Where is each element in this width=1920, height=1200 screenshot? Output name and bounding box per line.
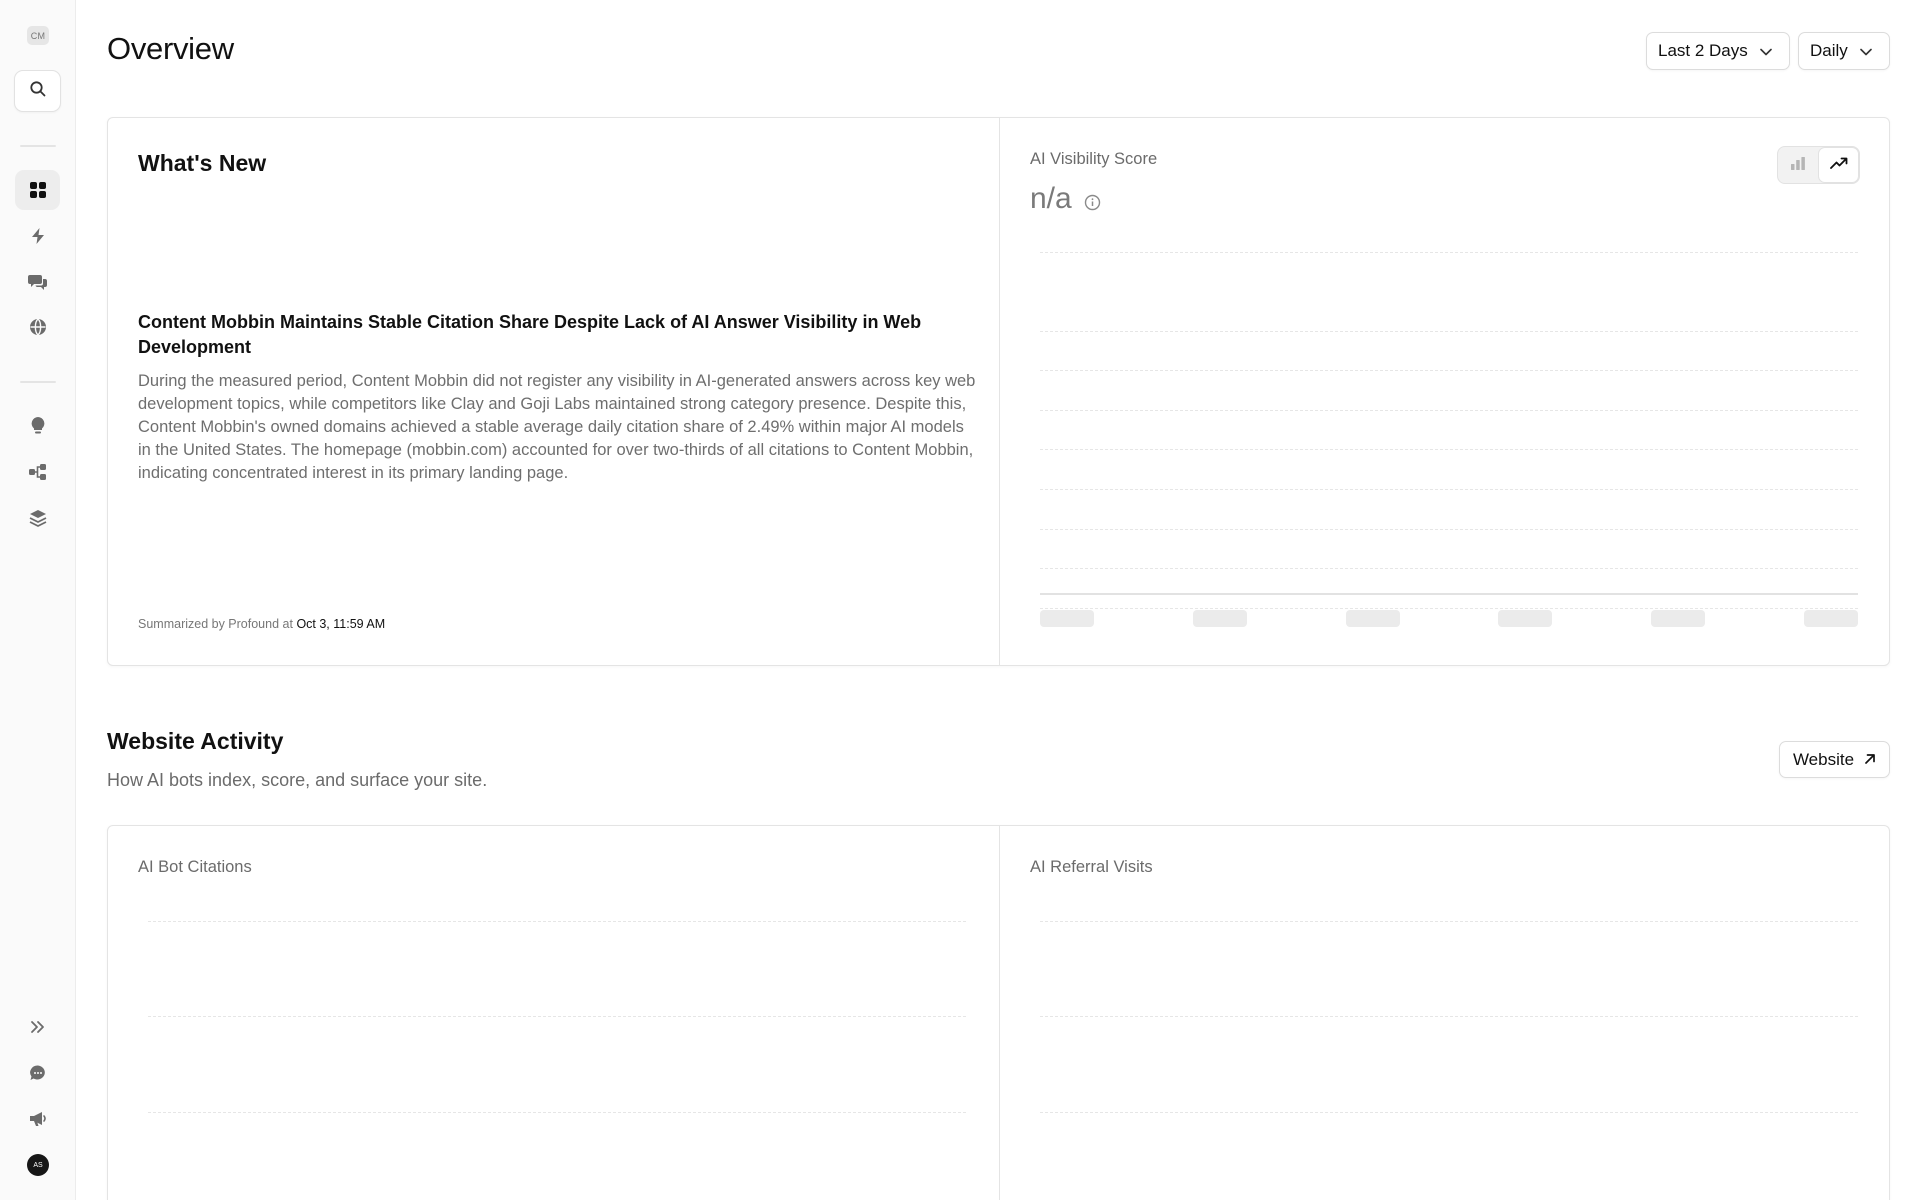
date-range-label: Last 2 Days	[1658, 41, 1748, 60]
website-button[interactable]: Website	[1779, 741, 1890, 778]
chart-gridline	[1040, 1016, 1858, 1017]
website-activity-subtitle: How AI bots index, score, and surface yo…	[107, 770, 488, 790]
chart-gridline	[1040, 921, 1858, 922]
workspace-badge[interactable]: CM	[27, 26, 49, 45]
skeleton-tick-label	[1498, 610, 1552, 627]
summary-prefix: Summarized by Profound at	[138, 617, 293, 631]
sidebar-item-workflows[interactable]	[15, 452, 60, 492]
lightning-icon	[29, 227, 47, 245]
chart-gridline	[1040, 410, 1858, 411]
sidebar-support-chat[interactable]	[15, 1053, 60, 1093]
chart-gridline	[1040, 331, 1858, 332]
card-divider	[999, 118, 1000, 665]
sidebar-divider	[20, 145, 56, 147]
frequency-label: Daily	[1810, 41, 1848, 60]
summary-timestamp: Oct 3, 11:59 AM	[296, 617, 386, 631]
skeleton-tick-label	[1651, 610, 1705, 627]
arrow-up-right-icon	[1864, 750, 1876, 770]
skeleton-tick-label	[1193, 610, 1247, 627]
insight-headline: Content Mobbin Maintains Stable Citation…	[138, 312, 922, 357]
search-icon	[29, 80, 47, 103]
chart-gridline	[1040, 252, 1858, 253]
sidebar-announcements[interactable]	[15, 1099, 60, 1139]
sidebar: CM AS	[0, 0, 76, 1200]
grid-icon	[29, 181, 47, 199]
sidebar-item-dashboard[interactable]	[15, 170, 60, 210]
chart-gridline	[1040, 568, 1858, 569]
double-chevron-right-icon	[30, 1020, 46, 1034]
megaphone-icon	[28, 1110, 48, 1128]
layers-icon	[29, 509, 47, 527]
sidebar-item-layers[interactable]	[15, 498, 60, 538]
website-activity-card: AI Bot Citations AI Referral Visits	[107, 825, 1890, 1200]
chart-baseline	[1040, 593, 1858, 595]
card-divider	[999, 826, 1000, 1200]
user-avatar[interactable]: AS	[27, 1154, 49, 1176]
chat-bubbles-icon	[27, 273, 48, 291]
chart-gridline	[1040, 489, 1858, 490]
chevron-down-icon	[1759, 41, 1772, 61]
sidebar-item-actions[interactable]	[15, 216, 60, 256]
sidebar-divider	[20, 381, 56, 383]
page-title: Overview	[107, 31, 234, 66]
search-button[interactable]	[14, 70, 61, 112]
bot-citations-chart-placeholder	[148, 826, 966, 1200]
chevron-down-icon	[1859, 41, 1872, 61]
frequency-dropdown[interactable]: Daily	[1798, 32, 1890, 70]
referral-visits-chart-placeholder	[1040, 826, 1858, 1200]
skeleton-tick-label	[1346, 610, 1400, 627]
chat-icon	[29, 1064, 47, 1082]
chart-gridline	[148, 921, 966, 922]
overview-card: What's New Content Mobbin Maintains Stab…	[107, 117, 1890, 666]
whats-new-title: What's New	[138, 150, 267, 176]
website-activity-title: Website Activity	[107, 728, 284, 754]
date-range-dropdown[interactable]: Last 2 Days	[1646, 32, 1790, 70]
chart-gridline	[1040, 1112, 1858, 1113]
lightbulb-icon	[30, 416, 46, 436]
summary-line: Summarized by Profound at Oct 3, 11:59 A…	[138, 617, 385, 631]
website-button-label: Website	[1792, 749, 1855, 769]
chart-gridline	[148, 1112, 966, 1113]
sidebar-item-web[interactable]	[15, 307, 60, 347]
skeleton-tick-label	[1804, 610, 1858, 627]
globe-icon	[29, 318, 47, 336]
skeleton-tick-label	[1040, 610, 1094, 627]
sidebar-item-conversations[interactable]	[15, 262, 60, 302]
hierarchy-icon	[28, 463, 48, 481]
sidebar-expand-button[interactable]	[15, 1007, 60, 1047]
sidebar-item-insights[interactable]	[15, 406, 60, 446]
chart-gridline	[148, 1016, 966, 1017]
insight-body: During the measured period, Content Mobb…	[138, 372, 976, 482]
visibility-chart-axis	[1040, 118, 1858, 665]
